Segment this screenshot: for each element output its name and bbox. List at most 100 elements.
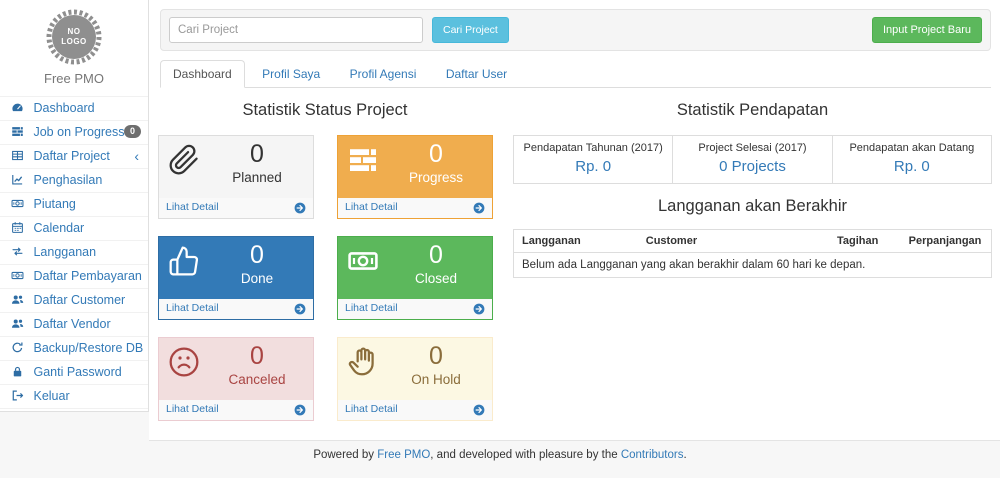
income-stat-label: Pendapatan akan Datang (832, 136, 991, 157)
lihat-detail-link[interactable]: Lihat Detail (338, 299, 492, 319)
sidebar-item-label: Daftar Customer (33, 293, 125, 307)
tab-daftar-user[interactable]: Daftar User (434, 61, 519, 89)
money-icon (347, 245, 379, 277)
logo-line2: LOGO (61, 37, 87, 47)
lock-icon (11, 365, 25, 378)
free-pmo-link[interactable]: Free PMO (377, 449, 430, 461)
sidebar-item-backup-restore-db[interactable]: Backup/Restore DB (0, 337, 148, 361)
sign-out-icon (11, 389, 25, 402)
column-header: Tagihan (829, 230, 901, 253)
sidebar-item-label: Ganti Password (33, 365, 121, 379)
calendar-icon (11, 221, 25, 234)
column-header: Customer (638, 230, 829, 253)
status-label: Planned (205, 169, 309, 187)
sidebar-item-calendar[interactable]: Calendar (0, 217, 148, 241)
status-label: Canceled (205, 371, 309, 389)
status-label: Closed (384, 270, 488, 288)
status-section: Statistik Status Project 0 Planned Lihat… (158, 88, 492, 421)
arrow-circle-right-icon (473, 404, 485, 416)
line-chart-icon (11, 173, 25, 186)
income-stat-label: Project Selesai (2017) (673, 136, 832, 157)
sidebar-item-piutang[interactable]: Piutang (0, 193, 148, 217)
refresh-icon (11, 341, 25, 354)
sidebar-item-label: Daftar Pembayaran (33, 269, 141, 283)
sidebar-item-dashboard[interactable]: Dashboard (0, 97, 148, 121)
sidebar-item-label: Dashboard (33, 101, 94, 115)
tab-bar: Dashboard Profil Saya Profil Agensi Daft… (160, 60, 991, 88)
arrow-circle-right-icon (473, 202, 485, 214)
status-card-on-hold: 0 On Hold Lihat Detail (337, 337, 493, 421)
retweet-icon (11, 245, 25, 258)
frown-icon (168, 346, 200, 378)
income-stat-value: Rp. 0 (832, 156, 991, 184)
sidebar-item-penghasilan[interactable]: Penghasilan (0, 169, 148, 193)
lihat-detail-link[interactable]: Lihat Detail (159, 400, 313, 420)
income-stat-value: Rp. 0 (514, 156, 673, 184)
sidebar-item-label: Calendar (33, 221, 84, 235)
subscriptions-table: Langganan Customer Tagihan Perpanjangan … (513, 229, 992, 278)
brand-name: Free PMO (0, 71, 148, 86)
sidebar-item-label: Daftar Vendor (33, 317, 110, 331)
users-icon (11, 293, 25, 306)
sidebar-item-label: Penghasilan (33, 173, 102, 187)
input-project-baru-button[interactable]: Input Project Baru (872, 17, 982, 43)
status-card-progress: 0 Progress Lihat Detail (337, 135, 493, 219)
lihat-detail-link[interactable]: Lihat Detail (338, 198, 492, 218)
sidebar-item-keluar[interactable]: Keluar (0, 385, 148, 409)
sidebar-item-daftar-customer[interactable]: Daftar Customer (0, 289, 148, 313)
status-count: 0 (205, 342, 309, 371)
sidebar-item-label: Backup/Restore DB (33, 341, 143, 355)
no-logo-badge: NO LOGO (45, 8, 103, 66)
count-badge: 0 (124, 125, 141, 138)
right-column: Statistik Pendapatan Pendapatan Tahunan … (513, 88, 992, 278)
sidebar-item-langganan[interactable]: Langganan (0, 241, 148, 265)
status-label: On Hold (384, 371, 488, 389)
tachometer-icon (11, 101, 25, 114)
status-card-planned: 0 Planned Lihat Detail (158, 135, 314, 219)
tab-profil-saya[interactable]: Profil Saya (250, 61, 332, 89)
income-stats-table: Pendapatan Tahunan (2017) Project Selesa… (513, 135, 992, 184)
status-label: Done (205, 270, 309, 288)
page: NO LOGO Free PMO Dashboard 0 Job on Prog… (0, 0, 1000, 478)
column-header: Perpanjangan (901, 230, 992, 253)
lihat-detail-link[interactable]: Lihat Detail (338, 400, 492, 420)
section-title-status: Statistik Status Project (158, 101, 492, 120)
tab-profil-agensi[interactable]: Profil Agensi (338, 61, 429, 89)
angle-left-icon: ‹ (134, 145, 139, 168)
search-bar: Cari Project Input Project Baru (160, 9, 991, 51)
status-card-done: 0 Done Lihat Detail (158, 236, 314, 320)
logo-area: NO LOGO Free PMO (0, 0, 148, 96)
lihat-detail-link[interactable]: Lihat Detail (159, 198, 313, 218)
sidebar-item-daftar-pembayaran[interactable]: Daftar Pembayaran (0, 265, 148, 289)
sidebar: NO LOGO Free PMO Dashboard 0 Job on Prog… (0, 0, 149, 412)
column-header: Langganan (514, 230, 638, 253)
search-button[interactable]: Cari Project (432, 17, 509, 43)
tasks-icon (347, 144, 379, 176)
money-icon (11, 197, 25, 210)
lihat-detail-link[interactable]: Lihat Detail (159, 299, 313, 319)
search-input[interactable] (169, 17, 423, 43)
sidebar-item-daftar-project[interactable]: ‹ Daftar Project (0, 145, 148, 169)
sidebar-item-label: Piutang (33, 197, 75, 211)
sidebar-item-ganti-password[interactable]: Ganti Password (0, 361, 148, 385)
section-title-subscriptions: Langganan akan Berakhir (513, 197, 992, 216)
status-label: Progress (384, 169, 488, 187)
logo-line1: NO (68, 27, 81, 37)
arrow-circle-right-icon (294, 202, 306, 214)
status-count: 0 (205, 140, 309, 169)
sidebar-item-job-on-progress[interactable]: 0 Job on Progress (0, 121, 148, 145)
logo-text: NO LOGO (45, 8, 103, 66)
page-footer: Powered by Free PMO, and developed with … (0, 449, 1000, 461)
tab-dashboard[interactable]: Dashboard (160, 60, 245, 88)
sidebar-item-label: Keluar (33, 389, 69, 403)
sidebar-nav: Dashboard 0 Job on Progress ‹ Daftar Pro… (0, 96, 148, 409)
status-cards: 0 Planned Lihat Detail 0 Progre (158, 135, 492, 421)
sidebar-item-daftar-vendor[interactable]: Daftar Vendor (0, 313, 148, 337)
footer-text: . (683, 449, 686, 461)
contributors-link[interactable]: Contributors (621, 449, 684, 461)
status-count: 0 (384, 342, 488, 371)
empty-message: Belum ada Langganan yang akan berakhir d… (514, 253, 992, 278)
footer-text: , and developed with pleasure by the (430, 449, 621, 461)
main-content: Cari Project Input Project Baru Dashboar… (149, 0, 1000, 441)
paperclip-icon (168, 144, 200, 176)
